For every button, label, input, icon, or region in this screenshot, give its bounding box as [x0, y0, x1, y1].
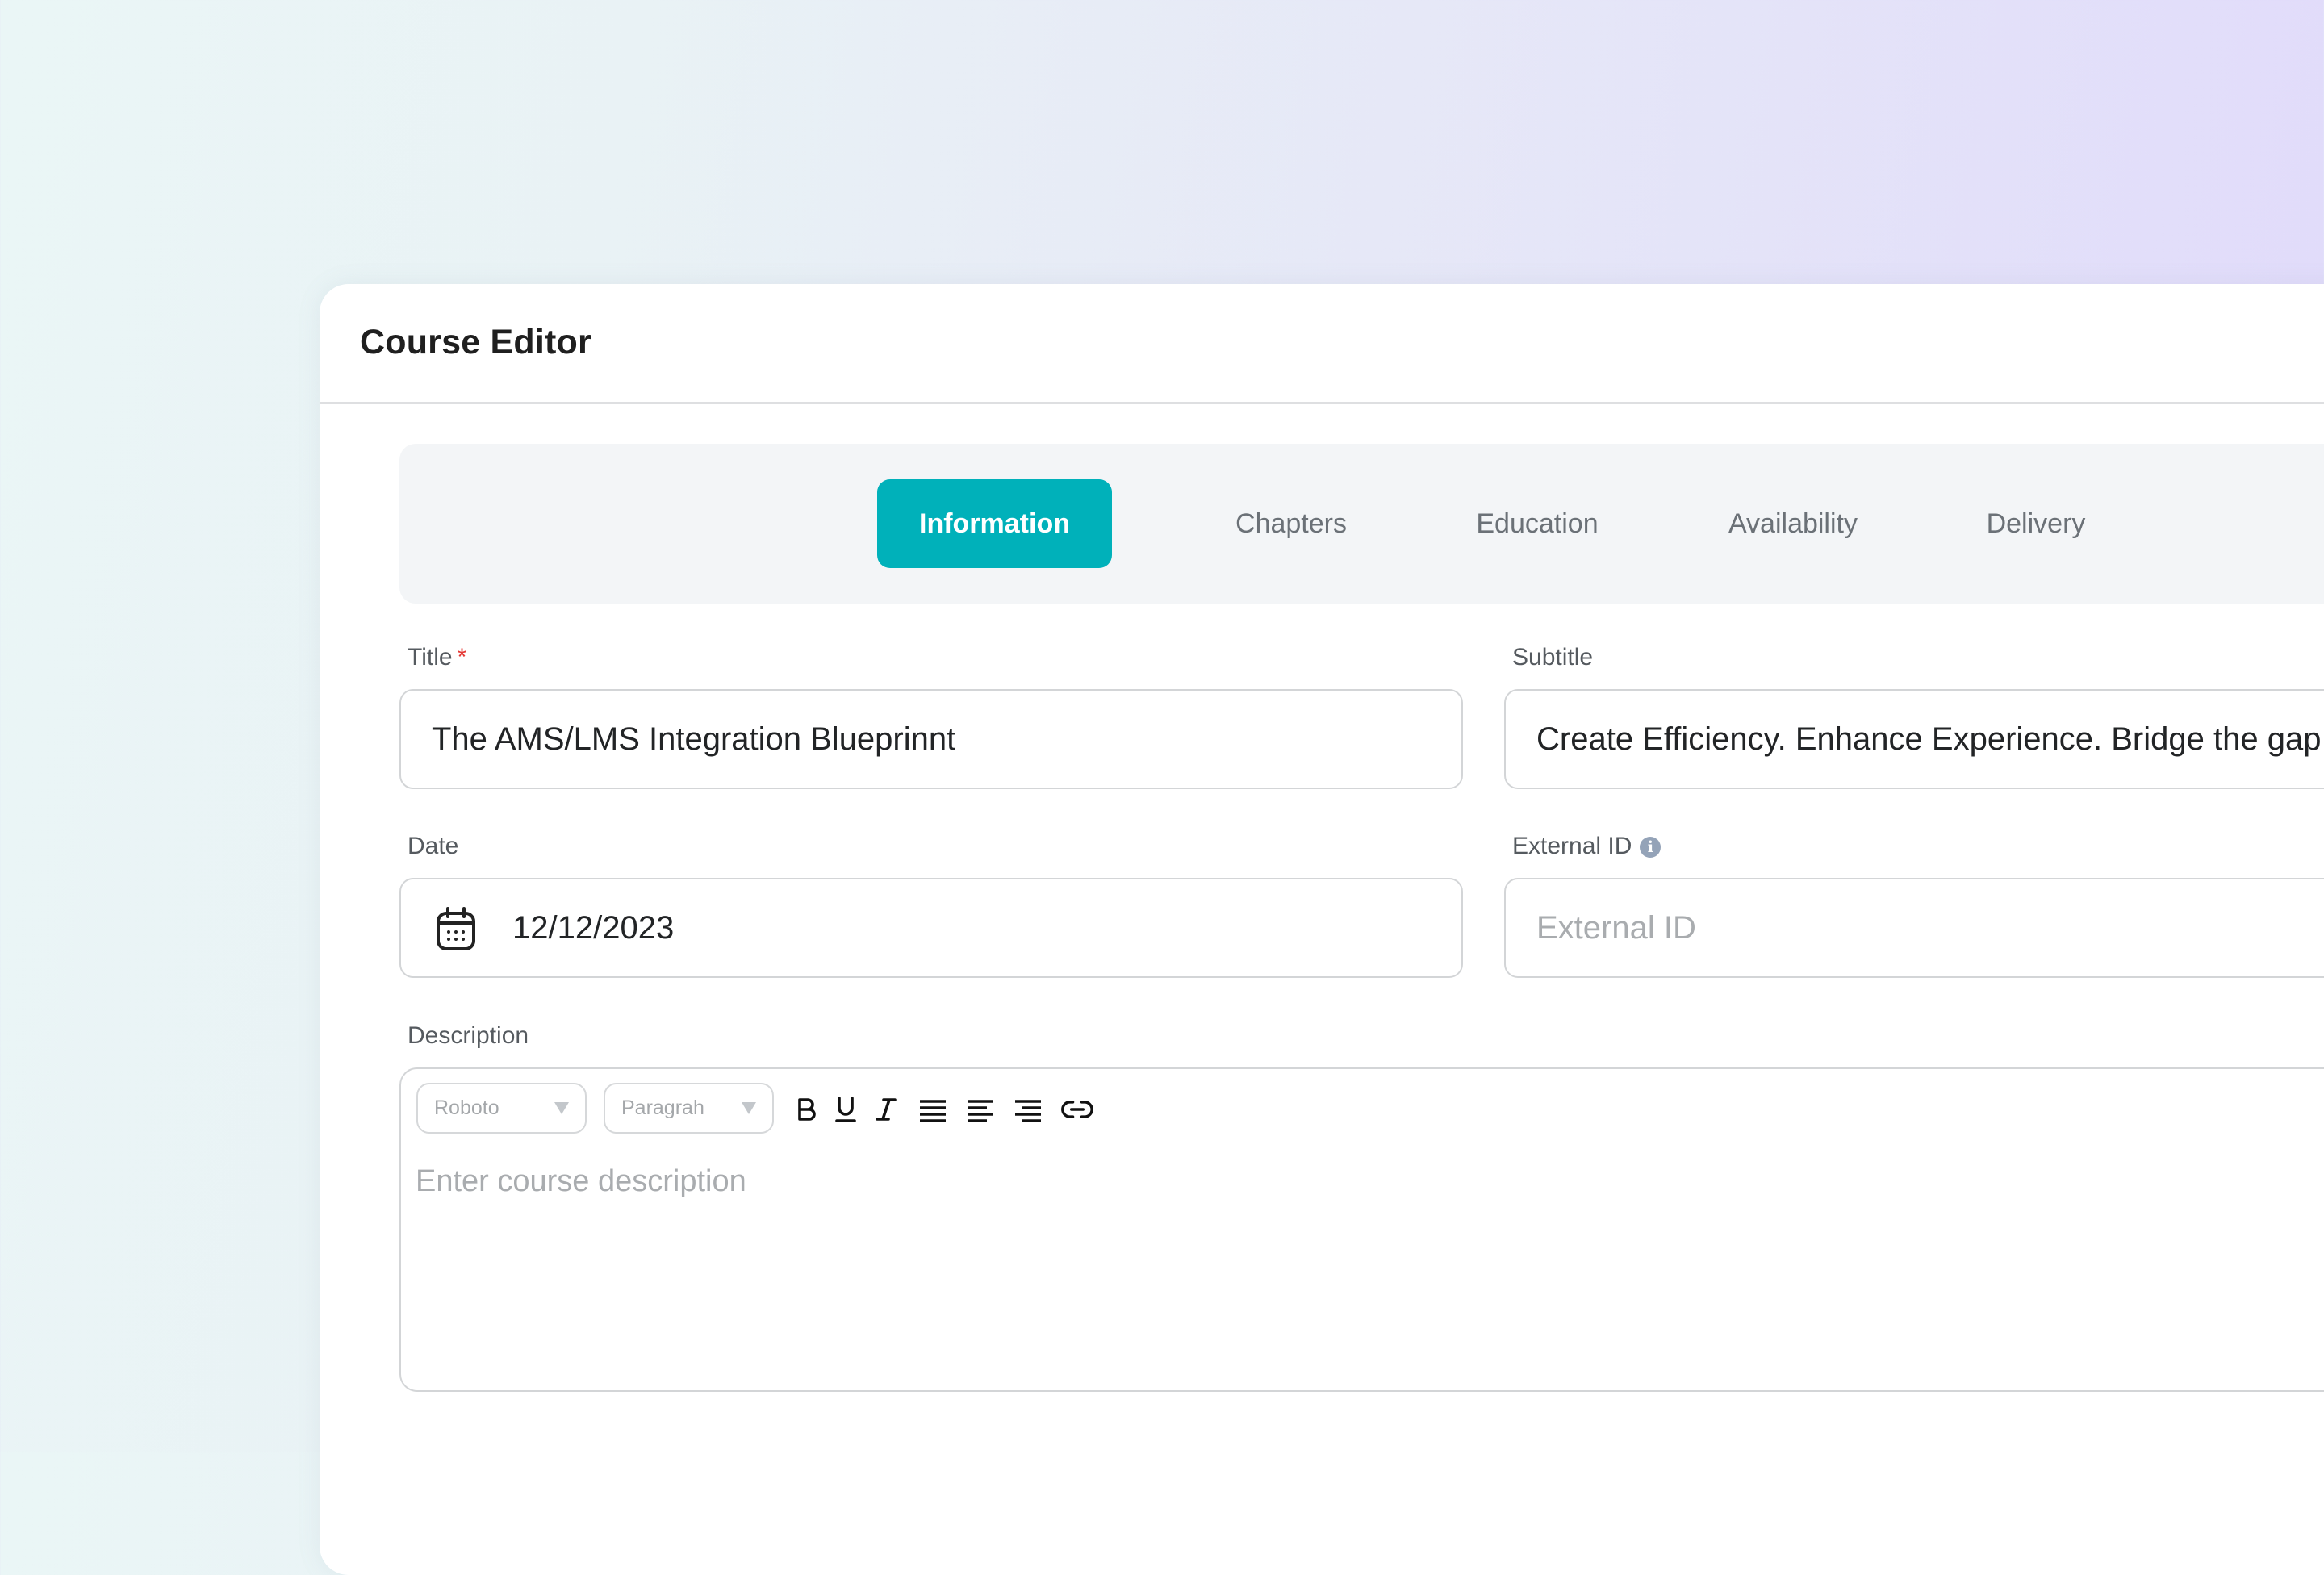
tab-information[interactable]: Information — [877, 479, 1112, 568]
tab-delivery[interactable]: Delivery — [1955, 479, 2117, 568]
italic-button[interactable] — [869, 1093, 901, 1126]
external-id-label: External ID i — [1512, 833, 1661, 860]
align-justify-icon — [920, 1100, 946, 1122]
font-family-select-value: Roboto — [434, 1097, 499, 1119]
title-input-value: The AMS/LMS Integration Blueprinnt — [432, 721, 956, 757]
tab-availability[interactable]: Availability — [1700, 479, 1886, 568]
underline-icon — [835, 1097, 856, 1122]
date-input-value: 12/12/2023 — [512, 910, 675, 946]
bold-button[interactable] — [790, 1093, 822, 1126]
align-right-button[interactable] — [1012, 1093, 1044, 1126]
caret-down-icon — [554, 1102, 569, 1114]
external-id-label-text: External ID — [1512, 833, 1632, 859]
card-header: Course Editor — [320, 284, 2324, 404]
info-icon[interactable]: i — [1640, 837, 1661, 858]
subtitle-input[interactable]: Create Efficiency. Enhance Experience. B… — [1504, 689, 2324, 789]
description-editor[interactable]: Roboto Paragrah Enter course description — [399, 1067, 2324, 1392]
subtitle-input-value: Create Efficiency. Enhance Experience. B… — [1536, 721, 2322, 757]
bold-icon — [798, 1098, 816, 1121]
tab-chapters[interactable]: Chapters — [1210, 479, 1372, 568]
description-label: Description — [408, 1022, 529, 1049]
description-placeholder: Enter course description — [416, 1164, 746, 1198]
link-button[interactable] — [1061, 1093, 1093, 1126]
date-input[interactable]: 12/12/2023 — [399, 878, 1463, 978]
date-label: Date — [408, 833, 459, 859]
align-left-icon — [968, 1100, 993, 1122]
subtitle-label: Subtitle — [1512, 644, 1594, 671]
link-icon — [1061, 1101, 1093, 1118]
underline-button[interactable] — [830, 1093, 862, 1126]
align-right-icon — [1015, 1100, 1041, 1122]
block-format-select[interactable]: Paragrah — [604, 1083, 774, 1134]
title-label-text: Title — [408, 644, 453, 671]
course-editor-card: Course Editor Information Chapters Educa… — [320, 284, 2324, 1575]
tab-bar: Information Chapters Education Availabil… — [399, 444, 2324, 604]
tab-education[interactable]: Education — [1457, 479, 1618, 568]
external-id-placeholder: External ID — [1536, 910, 1696, 946]
font-family-select[interactable]: Roboto — [416, 1083, 587, 1134]
align-justify-button[interactable] — [917, 1093, 949, 1126]
required-asterisk: * — [457, 644, 467, 671]
caret-down-icon — [742, 1102, 756, 1114]
calendar-icon[interactable] — [435, 907, 477, 952]
block-format-select-value: Paragrah — [621, 1097, 704, 1119]
title-label: Title * — [408, 644, 466, 671]
italic-icon — [876, 1098, 897, 1121]
title-input[interactable]: The AMS/LMS Integration Blueprinnt — [399, 689, 1463, 789]
page-title: Course Editor — [360, 323, 591, 361]
external-id-input[interactable]: External ID — [1504, 878, 2324, 978]
align-left-button[interactable] — [964, 1093, 997, 1126]
